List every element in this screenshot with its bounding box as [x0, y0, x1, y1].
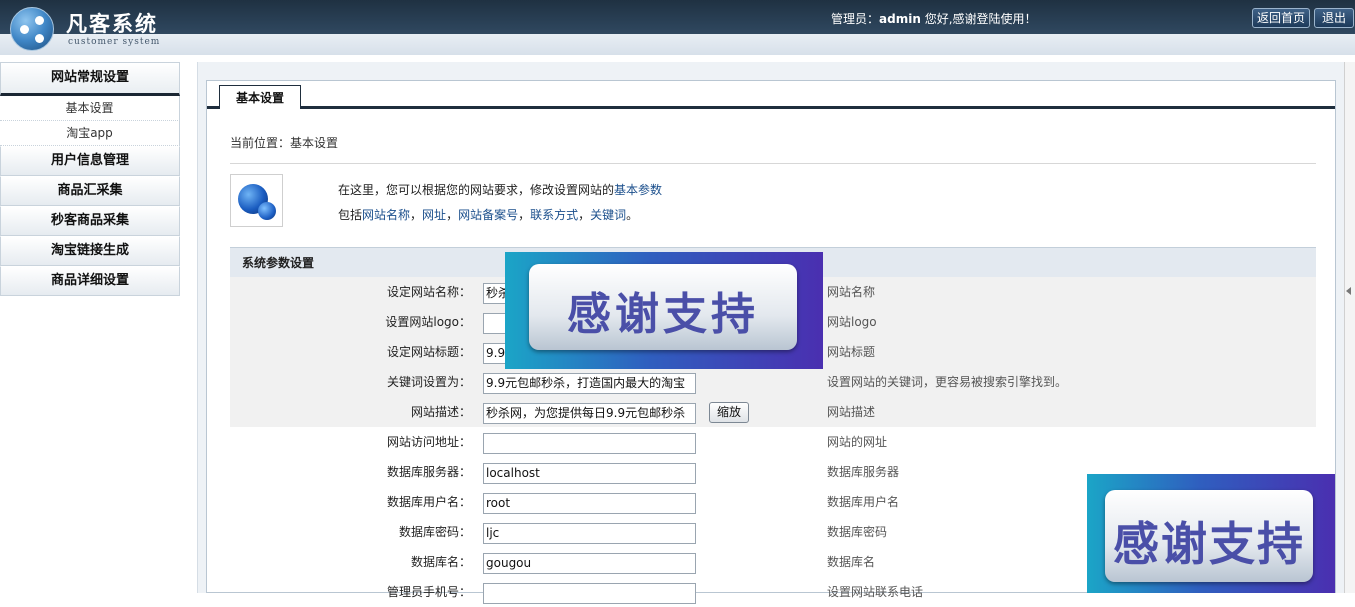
admin-phone-input[interactable]: [483, 583, 696, 604]
db-password-input[interactable]: ljc: [483, 523, 696, 544]
description-input[interactable]: 秒杀网，为您提供每日9.9元包邮秒杀: [483, 403, 696, 424]
form-label: 数据库服务器：: [386, 465, 471, 479]
sidebar-group-flash-collect[interactable]: 秒客商品采集: [0, 206, 180, 236]
tab-basic-settings[interactable]: 基本设置: [219, 85, 301, 109]
globe-icon: [230, 174, 283, 227]
scrollbar[interactable]: [1344, 62, 1355, 593]
scroll-left-arrow-icon[interactable]: [1346, 287, 1351, 295]
logo-network-icon: [10, 7, 54, 51]
form-hint: 网站描述: [827, 405, 876, 419]
logo-subtitle: customer system: [68, 37, 161, 47]
sidebar-group-user-management[interactable]: 用户信息管理: [0, 146, 180, 176]
form-hint: 数据库密码: [827, 525, 888, 539]
watermark-overlay: 感谢支持: [505, 252, 823, 369]
form-label: 设置网站logo：: [385, 315, 471, 329]
sidebar-group-taobao-link[interactable]: 淘宝链接生成: [0, 236, 180, 266]
intro-text: 在这里，您可以根据您的网站要求，修改设置网站的基本参数 包括网站名称，网址，网站…: [338, 178, 662, 228]
header-band: [0, 34, 1355, 55]
form-hint: 网站名称: [827, 285, 876, 299]
intro-line-1: 在这里，您可以根据您的网站要求，修改设置网站的基本参数: [338, 183, 663, 197]
form-hint: 网站的网址: [827, 435, 888, 449]
form-label: 设定网站标题：: [386, 345, 471, 359]
db-name-input[interactable]: gougou: [483, 553, 696, 574]
intro-link-basic-params: 基本参数: [614, 183, 663, 197]
sidebar-group-product-collect[interactable]: 商品汇采集: [0, 176, 180, 206]
logo-title: 凡客系统: [66, 11, 158, 36]
form-hint: 数据库用户名: [827, 495, 900, 509]
form-label: 网站描述：: [410, 405, 471, 419]
sidebar-item-basic-settings[interactable]: 基本设置: [0, 96, 180, 121]
form-label: 设定网站名称：: [386, 285, 471, 299]
form-label: 关键词设置为：: [386, 375, 471, 389]
form-label: 管理员手机号：: [386, 585, 471, 599]
admin-name: admin: [879, 12, 921, 26]
db-user-input[interactable]: root: [483, 493, 696, 514]
form-row-keywords: 关键词设置为： 9.9元包邮秒杀，打造国内最大的淘宝 设置网站的关键词，更容易被…: [230, 367, 1316, 397]
form-label: 数据库名：: [410, 555, 471, 569]
db-server-input[interactable]: localhost: [483, 463, 696, 484]
form-hint: 数据库服务器: [827, 465, 900, 479]
intro-line-2: 包括网站名称，网址，网站备案号，联系方式，关键词。: [338, 208, 639, 222]
home-button[interactable]: 返回首页: [1252, 8, 1310, 28]
tab-bar-line: [207, 106, 1335, 109]
breadcrumb: 当前位置：基本设置: [230, 136, 339, 150]
form-label: 网站访问地址：: [386, 435, 471, 449]
form-label: 数据库用户名：: [386, 495, 471, 509]
sidebar: 网站常规设置 基本设置 淘宝app 用户信息管理 商品汇采集 秒客商品采集 淘宝…: [0, 62, 180, 296]
keywords-input[interactable]: 9.9元包邮秒杀，打造国内最大的淘宝: [483, 373, 696, 394]
form-hint: 网站标题: [827, 345, 876, 359]
sidebar-group-product-detail[interactable]: 商品详细设置: [0, 266, 180, 296]
logout-button[interactable]: 退出: [1314, 8, 1354, 28]
form-hint: 设置网站联系电话: [827, 585, 924, 599]
watermark-text: 感谢支持: [567, 289, 759, 340]
zoom-button[interactable]: 缩放: [709, 402, 749, 423]
form-hint: 网站logo: [827, 315, 877, 329]
watermark-overlay: 感谢支持: [1087, 474, 1335, 593]
form-hint: 数据库名: [827, 555, 876, 569]
site-url-input[interactable]: [483, 433, 696, 454]
watermark-text: 感谢支持: [1113, 517, 1305, 571]
form-hint: 设置网站的关键词，更容易被搜索引擎找到。: [827, 375, 1068, 389]
sidebar-group-site-settings[interactable]: 网站常规设置: [0, 62, 180, 96]
form-row-site-url: 网站访问地址： 网站的网址: [230, 427, 1316, 457]
top-header: 凡客系统 customer system 管理员：admin 您好,感谢登陆使用…: [0, 0, 1355, 55]
form-label: 数据库密码：: [398, 525, 471, 539]
divider: [230, 163, 1316, 164]
form-row-description: 网站描述： 秒杀网，为您提供每日9.9元包邮秒杀 缩放 网站描述: [230, 397, 1316, 427]
admin-greeting: 管理员：admin 您好,感谢登陆使用！: [831, 12, 1037, 26]
sidebar-item-taobao-app[interactable]: 淘宝app: [0, 121, 180, 146]
